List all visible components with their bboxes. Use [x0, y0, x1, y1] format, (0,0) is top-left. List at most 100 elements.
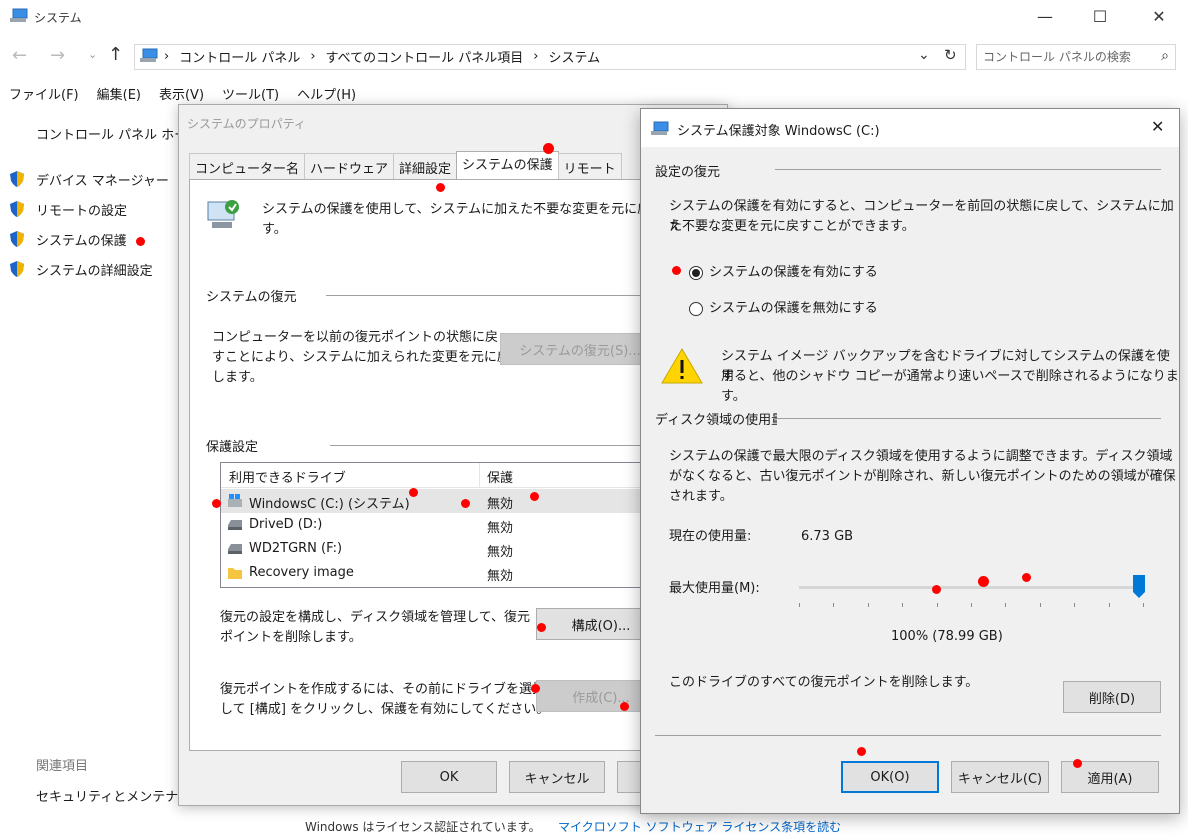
configure-text-line1: 復元の設定を構成し、ディスク領域を管理して、復元 — [220, 610, 531, 625]
drive-row[interactable]: WD2TGRN (F:) 無効 — [221, 537, 651, 561]
sidebar-item-advanced-settings[interactable]: システムの詳細設定 — [36, 260, 153, 279]
protection-intro-line2: す。 — [262, 222, 287, 237]
back-icon[interactable]: ← — [12, 45, 27, 66]
disable-protection-radio[interactable] — [689, 302, 703, 316]
current-usage-label: 現在の使用量: — [669, 529, 752, 544]
up-icon[interactable]: ↑ — [108, 44, 123, 65]
close-window-button[interactable]: ✕ — [1136, 0, 1182, 32]
disk-desc-line1: システムの保護で最大限のディスク領域を使用するように調整できます。ディスク領域 — [669, 449, 1173, 464]
refresh-icon[interactable]: ↻ — [944, 46, 957, 64]
license-terms-link[interactable]: マイクロソフト ソフトウェア ライセンス条項を読む — [558, 818, 841, 835]
drive-list: 利用できるドライブ 保護 WindowsC (C:) (システム) 無効 Dri… — [220, 462, 652, 588]
search-input[interactable] — [977, 45, 1155, 69]
system-restore-button[interactable]: システムの復元(S)... — [500, 333, 660, 365]
restore-text-line2: すことにより、システムに加えられた変更を元に戻 — [212, 350, 510, 365]
slider-tick — [937, 603, 938, 607]
max-usage-label: 最大使用量(M): — [669, 581, 760, 596]
column-header-protection[interactable]: 保護 — [487, 467, 513, 486]
enable-protection-radio[interactable] — [689, 266, 703, 280]
system-restore-heading: システムの復元 — [206, 290, 297, 305]
annotation-marker — [212, 499, 221, 508]
delete-button[interactable]: 削除(D) — [1063, 681, 1161, 713]
system-protection-small-icon — [651, 121, 669, 141]
folder-icon — [227, 565, 243, 585]
protection-dialog-title: システム保護対象 WindowsC (C:) — [677, 124, 880, 139]
enable-protection-option[interactable]: システムの保護を有効にする — [689, 263, 989, 283]
drive-list-header: 利用できるドライブ 保護 — [221, 463, 651, 488]
tab-strip: コンピューター名 ハードウェア 詳細設定 システムの保護 リモート — [189, 151, 622, 184]
drive-row[interactable]: Recovery image 無効 — [221, 561, 651, 585]
annotation-marker — [1022, 573, 1031, 582]
slider-tick — [1005, 603, 1006, 607]
drive-name: WD2TGRN (F:) — [249, 541, 343, 556]
breadcrumb-system[interactable]: システム — [548, 47, 600, 66]
menu-view[interactable]: 表示(V) — [150, 80, 213, 104]
drive-icon — [227, 518, 243, 536]
control-panel-home-link[interactable]: コントロール パネル ホーム — [36, 124, 200, 143]
tab-hardware[interactable]: ハードウェア — [304, 153, 395, 179]
drive-row[interactable]: DriveD (D:) 無効 — [221, 513, 651, 537]
minimize-button[interactable]: — — [1022, 0, 1068, 32]
annotation-marker — [436, 183, 445, 192]
tab-remote[interactable]: リモート — [557, 153, 622, 179]
breadcrumb: › コントロール パネル › すべてのコントロール パネル項目 › システム — [164, 47, 600, 66]
disable-protection-option[interactable]: システムの保護を無効にする — [689, 299, 989, 319]
close-icon[interactable]: ✕ — [1151, 117, 1164, 136]
slider-tick — [971, 603, 972, 607]
breadcrumb-all-items[interactable]: すべてのコントロール パネル項目 — [326, 47, 524, 66]
annotation-marker — [620, 702, 629, 711]
maximize-button[interactable]: ☐ — [1077, 0, 1123, 32]
annotation-marker — [932, 585, 941, 594]
computer-icon — [140, 48, 158, 68]
breadcrumb-separator-icon: › — [164, 49, 170, 64]
search-icon[interactable]: ⌕ — [1161, 48, 1169, 64]
menu-file[interactable]: ファイル(F) — [0, 80, 88, 104]
menu-help[interactable]: ヘルプ(H) — [288, 80, 365, 104]
shield-icon — [8, 200, 26, 218]
annotation-marker — [530, 492, 539, 501]
breadcrumb-separator-icon: › — [310, 49, 316, 64]
breadcrumb-control-panel[interactable]: コントロール パネル — [179, 47, 300, 66]
sidebar-item-device-manager[interactable]: デバイス マネージャー — [36, 170, 169, 189]
address-dropdown-icon[interactable]: ⌄ — [918, 47, 930, 63]
protection-ok-button[interactable]: OK(O) — [841, 761, 939, 793]
disable-protection-label: システムの保護を無効にする — [709, 301, 878, 316]
menu-edit[interactable]: 編集(E) — [88, 80, 150, 104]
tab-advanced[interactable]: 詳細設定 — [393, 153, 458, 179]
restore-text-line3: します。 — [212, 370, 263, 385]
create-text-line1: 復元ポイントを作成するには、その前にドライブを選択 — [220, 682, 546, 697]
warning-line3: す。 — [721, 389, 746, 404]
restore-desc-line2: た不要な変更を元に戻すことができます。 — [669, 219, 915, 234]
menu-tools[interactable]: ツール(T) — [213, 80, 288, 104]
menu-bar: ファイル(F) 編集(E) 表示(V) ツール(T) ヘルプ(H) — [0, 80, 365, 104]
slider-tick — [1143, 603, 1144, 607]
enable-protection-label: システムの保護を有効にする — [709, 265, 878, 280]
search-box[interactable]: ⌕ — [976, 44, 1176, 70]
max-usage-value: 100% (78.99 GB) — [891, 629, 1003, 644]
max-usage-slider-track[interactable] — [799, 586, 1143, 589]
system-protection-dialog: システム保護対象 WindowsC (C:) ✕ 設定の復元 システムの保護を有… — [640, 108, 1180, 814]
sidebar-item-system-protection[interactable]: システムの保護 — [36, 230, 127, 249]
disk-usage-heading: ディスク領域の使用量 — [655, 413, 777, 428]
cancel-button[interactable]: キャンセル — [509, 761, 605, 793]
disk-desc-line3: されます。 — [669, 489, 733, 504]
ok-button[interactable]: OK — [401, 761, 497, 793]
tab-computer-name[interactable]: コンピューター名 — [189, 153, 306, 179]
drive-status: 無効 — [487, 545, 514, 560]
column-header-drive[interactable]: 利用できるドライブ — [229, 467, 346, 486]
recent-dropdown-icon[interactable]: ⌄ — [88, 48, 97, 61]
protection-cancel-button[interactable]: キャンセル(C) — [951, 761, 1049, 793]
drive-status: 無効 — [487, 497, 514, 512]
forward-icon[interactable]: → — [50, 45, 65, 66]
annotation-marker — [857, 747, 866, 756]
max-usage-slider-thumb[interactable] — [1133, 575, 1145, 599]
drive-name: DriveD (D:) — [249, 517, 323, 532]
slider-tick — [902, 603, 903, 607]
drive-name: Recovery image — [249, 565, 354, 580]
system-protection-icon — [204, 196, 242, 238]
sidebar-item-remote-settings[interactable]: リモートの設定 — [36, 200, 127, 219]
slider-tick — [799, 603, 800, 607]
slider-tick — [868, 603, 869, 607]
window-titlebar — [0, 0, 1188, 34]
drive-row[interactable]: WindowsC (C:) (システム) 無効 — [221, 489, 651, 513]
